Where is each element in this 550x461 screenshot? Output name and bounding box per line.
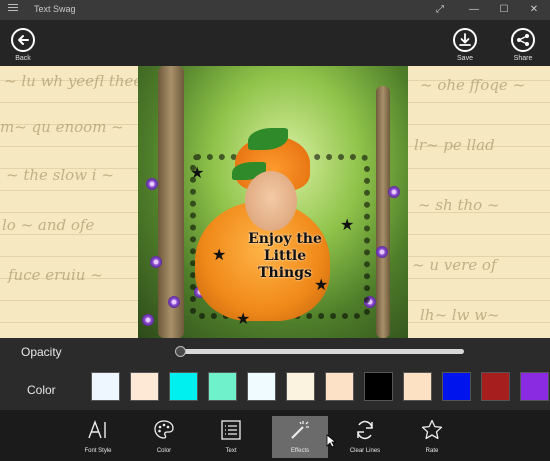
color-swatch[interactable] — [442, 372, 471, 401]
close-button[interactable]: ✕ — [524, 2, 544, 18]
color-swatch[interactable] — [325, 372, 354, 401]
tool-label: Clear Lines — [349, 448, 381, 454]
save-button[interactable] — [453, 28, 477, 52]
back-label: Back — [15, 55, 31, 62]
hamburger-menu-icon[interactable] — [8, 4, 18, 14]
title-bar: Text Swag ⤢ — ☐ ✕ — [0, 0, 550, 20]
bottom-toolbar: Font Style Color Text Effects Clear Line… — [0, 410, 550, 461]
save-label: Save — [457, 55, 473, 62]
color-swatch[interactable] — [403, 372, 432, 401]
flower — [376, 246, 388, 258]
background-handwriting: fuce eruiu ~ — [8, 266, 103, 284]
minimize-button[interactable]: — — [464, 2, 484, 18]
color-label: Color — [27, 383, 56, 397]
background-handwriting: lr~ pe llad — [414, 136, 495, 154]
background-handwriting: m~ qu enoom ~ — [0, 118, 124, 136]
rate-button[interactable]: Rate — [404, 416, 460, 458]
color-swatch[interactable] — [208, 372, 237, 401]
font-style-icon — [88, 420, 106, 439]
tool-label: Color — [156, 448, 172, 454]
background-handwriting: lo ~ and ofe — [2, 216, 95, 234]
fullscreen-icon[interactable]: ⤢ — [430, 2, 450, 18]
color-swatch[interactable] — [91, 372, 120, 401]
overlay-text[interactable]: Enjoy the Little Things — [225, 231, 345, 282]
style-controls: Opacity Color — [0, 338, 550, 410]
opacity-slider-track[interactable] — [180, 349, 464, 354]
background-handwriting: ~ u vere of — [412, 256, 497, 274]
tool-label: Font Style — [84, 448, 112, 454]
arrow-left-icon — [18, 35, 29, 45]
mouse-cursor-icon — [326, 434, 336, 448]
refresh-icon — [357, 420, 373, 440]
tool-label: Effects — [290, 448, 310, 454]
flower — [168, 296, 180, 308]
star-icon — [421, 419, 443, 440]
star-decoration: ★ — [236, 311, 251, 328]
font-style-button[interactable]: Font Style — [70, 416, 126, 458]
editor-canvas[interactable]: ~ lu wh yeefl thee ~ m~ qu enoom ~ ~ the… — [0, 66, 550, 338]
background-handwriting: ~ the slow i ~ — [6, 166, 114, 184]
text-list-icon — [221, 420, 241, 440]
flower — [142, 314, 154, 326]
window-title: Text Swag — [34, 4, 76, 14]
star-decoration: ★ — [190, 165, 205, 182]
overlay-text-line: Things — [258, 265, 312, 281]
overlay-text-line: Little — [263, 248, 307, 264]
text-button[interactable]: Text — [203, 416, 259, 458]
color-button[interactable]: Color — [136, 416, 192, 458]
clear-lines-button[interactable]: Clear Lines — [337, 416, 393, 458]
flower — [146, 178, 158, 190]
background-handwriting: ~ ohe ffoqe ~ — [420, 76, 526, 94]
color-swatch[interactable] — [130, 372, 159, 401]
overlay-text-line: Enjoy the — [248, 231, 322, 247]
color-swatch[interactable] — [481, 372, 510, 401]
color-swatch[interactable] — [520, 372, 549, 401]
back-button[interactable] — [11, 28, 35, 52]
share-label: Share — [513, 55, 533, 62]
share-icon — [517, 34, 529, 46]
download-icon — [459, 33, 471, 46]
background-handwriting: ~ lu wh yeefl thee ~ — [4, 72, 160, 90]
child-face — [245, 171, 297, 231]
tree-trunk — [376, 86, 390, 338]
palette-icon — [154, 420, 174, 439]
maximize-button[interactable]: ☐ — [494, 2, 514, 18]
tool-label: Text — [225, 448, 237, 454]
background-handwriting: lh~ lw w~ — [420, 306, 500, 324]
magic-wand-icon — [291, 421, 309, 439]
app-bar: Back Save Share — [0, 20, 550, 66]
color-swatch[interactable] — [169, 372, 198, 401]
tool-label: Rate — [425, 448, 439, 454]
opacity-label: Opacity — [21, 345, 62, 359]
color-swatch[interactable] — [286, 372, 315, 401]
background-handwriting: ~ sh tho ~ — [418, 196, 500, 214]
flower — [388, 186, 400, 198]
flower — [150, 256, 162, 268]
opacity-slider-thumb[interactable] — [175, 346, 186, 357]
effects-button[interactable]: Effects — [272, 416, 328, 458]
color-swatch[interactable] — [364, 372, 393, 401]
share-button[interactable] — [511, 28, 535, 52]
color-swatch[interactable] — [247, 372, 276, 401]
